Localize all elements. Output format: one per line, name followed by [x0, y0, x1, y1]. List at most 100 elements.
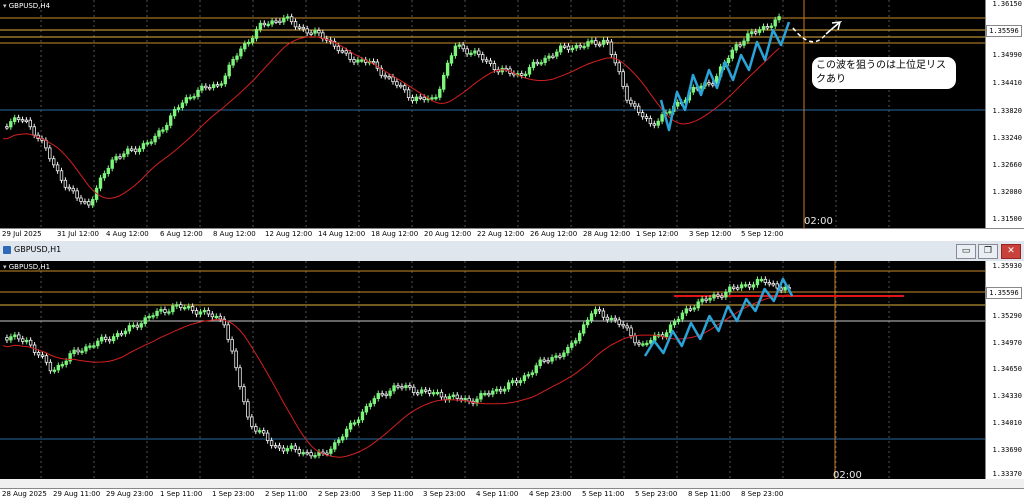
candle-body — [653, 334, 657, 341]
candle-body — [336, 45, 341, 52]
candle-body — [226, 324, 230, 340]
h4-chart-pane[interactable]: GBPUSD,H4 02:00 この波を狙うのは上位足リスクあり 1.36150… — [0, 0, 1024, 241]
candle-body — [63, 179, 68, 188]
h4-time-tick: 26 Aug 12:00 — [530, 230, 578, 238]
candle-body — [36, 352, 41, 356]
candle-body — [98, 177, 103, 189]
candle-body — [278, 20, 282, 24]
candle-body — [535, 61, 539, 65]
candle-body — [309, 452, 313, 457]
candle-body — [668, 111, 672, 114]
candle-body — [250, 416, 254, 427]
h4-price-tick: 1.33820 — [992, 107, 1022, 115]
candle-body — [477, 50, 481, 55]
candle-body — [297, 26, 302, 29]
candle-body — [586, 41, 590, 47]
h4-price-plot[interactable]: GBPUSD,H4 02:00 この波を狙うのは上位足リスクあり — [0, 0, 986, 228]
candle-body — [578, 332, 582, 342]
candle-body — [692, 307, 696, 310]
candle-body — [297, 449, 301, 454]
h4-price-tick: 1.32080 — [992, 188, 1022, 196]
h1-price-tick: 1.35290 — [992, 312, 1022, 320]
candle-body — [24, 119, 29, 122]
candle-body — [422, 96, 426, 101]
candle-body — [637, 105, 641, 113]
candle-body — [467, 397, 471, 402]
candle-body — [277, 445, 282, 449]
candle-body — [157, 130, 161, 137]
h4-cursor-time: 02:00 — [804, 216, 833, 227]
candle-body — [605, 39, 610, 43]
annotation-text: この波を狙うのは上位足リスクあり — [812, 57, 956, 89]
candle-body — [387, 76, 391, 79]
h4-price-tick: 1.36150 — [992, 0, 1022, 8]
candle-body — [648, 118, 653, 125]
candle-body — [194, 310, 199, 315]
candle-body — [60, 364, 64, 367]
candle-body — [716, 294, 720, 297]
candle-body — [720, 295, 724, 298]
candle-body — [262, 22, 266, 26]
h1-cursor-time: 02:00 — [833, 470, 862, 479]
candle-body — [176, 107, 181, 110]
candle-body — [633, 103, 637, 107]
candle-body — [431, 392, 436, 395]
h1-time-axis[interactable]: 28 Aug 2025 29 Aug 11:00 29 Aug 23:00 1 … — [0, 488, 1024, 500]
candle-body — [239, 48, 243, 57]
candle-body — [539, 62, 543, 65]
candle-body — [151, 315, 155, 318]
candle-body — [309, 32, 313, 35]
candle-body — [12, 117, 17, 122]
candle-body — [750, 31, 754, 35]
candle-body — [463, 397, 467, 401]
candle-body — [633, 335, 637, 344]
candle-body — [84, 346, 88, 352]
h1-price-plot[interactable]: GBPUSD,H1 02:00 — [0, 261, 986, 479]
candle-body — [625, 325, 629, 329]
h1-chart-pane[interactable]: GBPUSD,H1 02:00 1.35930 1.35290 1.34970 … — [0, 241, 1024, 499]
candle-body — [149, 141, 153, 144]
candle-body — [175, 304, 179, 307]
h4-price-tick: 1.31500 — [992, 215, 1022, 223]
candle-body — [71, 187, 75, 192]
candle-body — [550, 357, 554, 362]
candle-body — [153, 135, 157, 143]
h4-price-axis[interactable]: 1.36150 1.34990 1.34410 1.33820 1.33240 … — [985, 0, 1024, 228]
candle-body — [210, 313, 215, 318]
candle-body — [111, 336, 116, 342]
candle-body — [325, 452, 329, 455]
candle-body — [578, 45, 582, 48]
candle-body — [261, 430, 266, 434]
candle-body — [439, 391, 444, 398]
candle-body — [495, 388, 499, 392]
candle-body — [590, 40, 594, 43]
h1-price-axis[interactable]: 1.35930 1.35290 1.34970 1.34650 1.34330 … — [985, 261, 1024, 479]
candle-body — [680, 312, 685, 320]
candle-body — [360, 411, 365, 421]
candle-body — [400, 386, 404, 389]
candle-body — [313, 30, 317, 34]
candle-body — [759, 278, 764, 282]
moving-average-line — [2, 294, 790, 458]
candle-body — [691, 87, 695, 93]
h1-chart-canvas — [0, 261, 986, 479]
candle-body — [364, 406, 369, 413]
h4-time-tick: 5 Sep 12:00 — [741, 230, 784, 238]
candle-body — [469, 52, 473, 56]
candle-body — [510, 380, 515, 384]
candle-body — [523, 73, 528, 77]
h1-time-tick: 5 Sep 11:00 — [582, 490, 625, 498]
candle-body — [555, 51, 559, 57]
h4-time-tick: 12 Aug 12:00 — [265, 230, 313, 238]
candle-body — [188, 96, 192, 100]
candle-body — [313, 455, 317, 458]
wave-trendline — [643, 277, 794, 357]
h4-time-axis[interactable]: 29 Jul 2025 31 Jul 12:00 4 Aug 12:00 6 A… — [0, 228, 1024, 241]
candle-body — [502, 388, 507, 392]
candle-body — [123, 330, 128, 335]
candle-body — [487, 392, 491, 396]
candle-body — [613, 317, 617, 321]
candle-body — [68, 353, 72, 362]
candle-body — [76, 349, 80, 353]
h4-time-tick: 31 Jul 12:00 — [57, 230, 99, 238]
